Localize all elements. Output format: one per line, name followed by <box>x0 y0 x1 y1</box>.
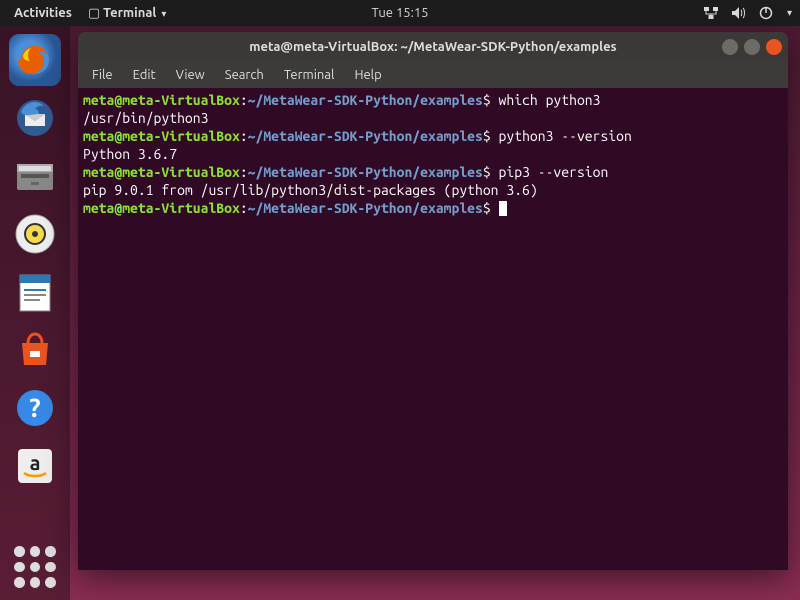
terminal-window: meta@meta-VirtualBox: ~/MetaWear-SDK-Pyt… <box>78 32 788 570</box>
system-menu-caret[interactable]: ▾ <box>787 7 792 19</box>
terminal-body[interactable]: meta@meta-VirtualBox:~/MetaWear-SDK-Pyth… <box>78 88 788 570</box>
menu-file[interactable]: File <box>82 65 123 85</box>
maximize-button[interactable] <box>744 39 760 55</box>
app-menu[interactable]: ▢ Terminal ▾ <box>82 4 172 23</box>
close-button[interactable] <box>766 39 782 55</box>
menu-view[interactable]: View <box>166 65 215 85</box>
terminal-icon: ▢ <box>88 6 100 20</box>
volume-icon[interactable] <box>731 6 747 20</box>
clock[interactable]: Tue 15:15 <box>366 4 435 22</box>
svg-text:?: ? <box>29 393 40 422</box>
app-menu-label: Terminal <box>103 6 156 20</box>
dock-app-help[interactable]: ? <box>9 382 61 434</box>
chevron-down-icon: ▾ <box>161 8 166 19</box>
cursor <box>499 201 507 216</box>
dock-app-amazon[interactable]: a <box>9 440 61 492</box>
menu-help[interactable]: Help <box>344 65 391 85</box>
titlebar[interactable]: meta@meta-VirtualBox: ~/MetaWear-SDK-Pyt… <box>78 32 788 62</box>
dock-app-firefox[interactable] <box>9 34 61 86</box>
svg-text:a: a <box>30 451 41 474</box>
menubar: File Edit View Search Terminal Help <box>78 62 788 88</box>
dock-app-writer[interactable] <box>9 266 61 318</box>
dock-app-rhythmbox[interactable] <box>9 208 61 260</box>
dock-app-files[interactable] <box>9 150 61 202</box>
show-applications-button[interactable] <box>14 546 56 588</box>
menu-search[interactable]: Search <box>215 65 274 85</box>
power-icon[interactable] <box>759 6 773 20</box>
dock-app-software[interactable] <box>9 324 61 376</box>
activities-button[interactable]: Activities <box>8 4 78 22</box>
minimize-button[interactable] <box>722 39 738 55</box>
dock-app-thunderbird[interactable] <box>9 92 61 144</box>
menu-terminal[interactable]: Terminal <box>274 65 345 85</box>
gnome-topbar: Activities ▢ Terminal ▾ Tue 15:15 ▾ <box>0 0 800 26</box>
menu-edit[interactable]: Edit <box>123 65 166 85</box>
dock: ? a <box>0 26 70 600</box>
network-icon[interactable] <box>703 6 719 20</box>
window-title: meta@meta-VirtualBox: ~/MetaWear-SDK-Pyt… <box>249 40 616 54</box>
